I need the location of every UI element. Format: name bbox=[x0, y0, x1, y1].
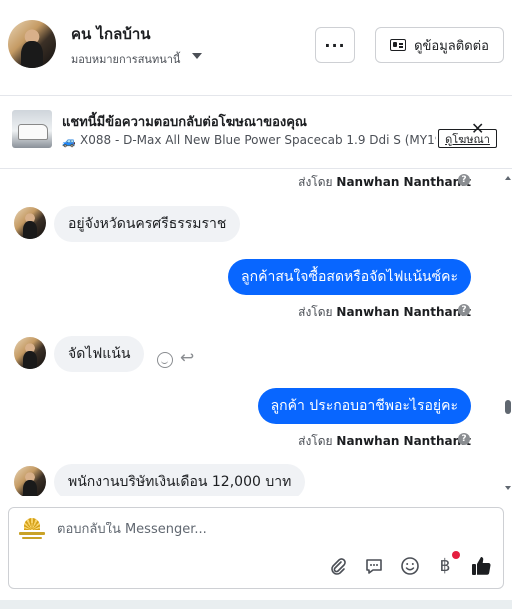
sender-line: ส่งโดย Nanwhan Nanthanit bbox=[298, 303, 471, 322]
sender-name: Nanwhan Nanthanit bbox=[336, 434, 471, 448]
scrollbar-thumb[interactable] bbox=[505, 400, 511, 414]
page-logo-icon bbox=[19, 518, 45, 540]
view-contact-label: ดูข้อมูลติดต่อ bbox=[414, 38, 489, 54]
caret-down-icon[interactable] bbox=[192, 53, 202, 59]
sender-line: ส่งโดย Nanwhan Nanthanit bbox=[298, 432, 471, 451]
contact-avatar[interactable] bbox=[8, 20, 56, 68]
conversation-header: คน ไกลบ้าน มอบหมายการสนทนานี้ ··· ดูข้อม… bbox=[0, 0, 512, 96]
contact-name[interactable]: คน ไกลบ้าน bbox=[71, 22, 151, 46]
message-thread[interactable]: ส่งโดย Nanwhan Nanthanit ? อยู่จังหวัดนค… bbox=[0, 170, 512, 496]
conversation-panel: คน ไกลบ้าน มอบหมายการสนทนานี้ ··· ดูข้อม… bbox=[0, 0, 512, 609]
sender-name: Nanwhan Nanthanit bbox=[336, 305, 471, 319]
sender-prefix: ส่งโดย bbox=[298, 175, 333, 189]
incoming-message[interactable]: อยู่จังหวัดนครศรีธรรมราช bbox=[54, 206, 241, 242]
sender-prefix: ส่งโดย bbox=[298, 305, 333, 319]
info-icon[interactable]: ? bbox=[458, 174, 470, 186]
contact-avatar[interactable] bbox=[14, 207, 46, 239]
scroll-down-icon[interactable] bbox=[505, 486, 511, 490]
contact-avatar[interactable] bbox=[14, 337, 46, 369]
bottom-strip bbox=[0, 600, 512, 609]
reply-arrow-icon[interactable]: ↩ bbox=[180, 348, 194, 368]
assign-conversation-link[interactable]: มอบหมายการสนทนานี้ bbox=[71, 50, 180, 68]
info-icon[interactable]: ? bbox=[458, 304, 470, 316]
contact-avatar[interactable] bbox=[14, 466, 46, 496]
view-contact-button[interactable]: ดูข้อมูลติดต่อ bbox=[375, 27, 504, 63]
message-input[interactable] bbox=[57, 522, 487, 537]
emoji-icon[interactable] bbox=[399, 555, 421, 577]
ad-description: X088 - D-Max All New Blue Power Spacecab… bbox=[80, 133, 436, 147]
sender-name: Nanwhan Nanthanit bbox=[336, 175, 471, 189]
sender-prefix: ส่งโดย bbox=[298, 434, 333, 448]
chat-scrollbar[interactable] bbox=[504, 170, 512, 496]
info-icon[interactable]: ? bbox=[458, 433, 470, 445]
car-icon: 🚙 bbox=[62, 135, 76, 148]
view-ad-link[interactable]: ดูโฆษณา bbox=[438, 129, 497, 148]
more-options-button[interactable]: ··· bbox=[315, 27, 355, 63]
notification-dot bbox=[452, 551, 460, 559]
thumbs-up-icon[interactable] bbox=[470, 555, 492, 577]
ad-banner-title: แชทนี้มีข้อความตอบกลับต่อโฆษณาของคุณ bbox=[62, 115, 307, 130]
outgoing-message[interactable]: ลูกค้าสนใจซื้อสดหรือจัดไฟแน้นซ์คะ bbox=[228, 259, 471, 295]
ad-thumbnail bbox=[12, 110, 52, 148]
saved-reply-icon[interactable] bbox=[363, 555, 385, 577]
scroll-up-icon[interactable] bbox=[505, 176, 511, 180]
incoming-message[interactable]: พนักงานบริษัทเงินเดือน 12,000 บาท bbox=[54, 464, 306, 496]
incoming-message[interactable]: จัดไฟแน้น bbox=[54, 336, 145, 372]
baht-icon[interactable]: ฿ bbox=[434, 555, 456, 577]
ad-reply-banner: แชทนี้มีข้อความตอบกลับต่อโฆษณาของคุณ 🚙 X… bbox=[0, 97, 512, 169]
smiley-icon[interactable] bbox=[157, 352, 173, 368]
sender-line: ส่งโดย Nanwhan Nanthanit bbox=[298, 173, 471, 192]
attachment-icon[interactable] bbox=[327, 555, 349, 577]
contact-card-icon bbox=[390, 39, 407, 51]
reply-composer: ฿ bbox=[8, 507, 504, 589]
outgoing-message[interactable]: ลูกค้า ประกอบอาชีพอะไรอยู่คะ bbox=[257, 388, 471, 424]
